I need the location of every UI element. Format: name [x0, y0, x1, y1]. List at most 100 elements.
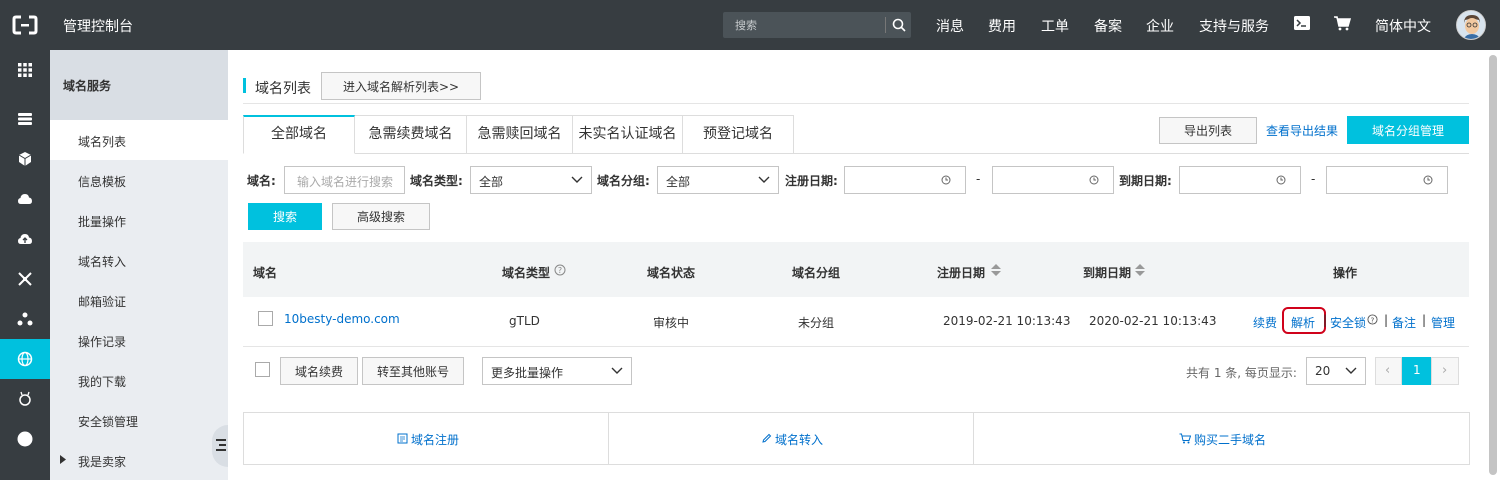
domain-search-input[interactable]: 输入域名进行搜索	[284, 166, 405, 194]
security-lock-action[interactable]: 安全锁	[1330, 314, 1366, 331]
group-manage-button[interactable]: 域名分组管理	[1347, 116, 1469, 144]
search-icon[interactable]	[891, 17, 907, 33]
rail-share[interactable]	[0, 299, 50, 339]
col-reg-date[interactable]: 注册日期	[937, 264, 985, 281]
col-expire-date[interactable]: 到期日期	[1083, 264, 1131, 281]
transfer-account-button[interactable]: 转至其他账号	[362, 357, 464, 385]
cart-icon[interactable]	[1333, 15, 1351, 31]
clock-icon	[1089, 175, 1099, 185]
aliyun-logo-icon[interactable]	[12, 14, 38, 36]
sidebar-item-email-verify[interactable]: 邮箱验证	[50, 280, 228, 320]
terminal-icon[interactable]	[1293, 15, 1311, 31]
note-action[interactable]: 备注	[1392, 314, 1416, 331]
col-status: 域名状态	[647, 266, 696, 280]
help-icon[interactable]: ?	[554, 264, 566, 276]
tab-redeem-urgent[interactable]: 急需赎回域名	[467, 115, 573, 154]
icon-rail	[0, 50, 50, 480]
sidebar-item-seller[interactable]: 我是卖家	[50, 440, 228, 480]
dns-resolve-action[interactable]: 解析	[1291, 314, 1315, 331]
sidebar-item-transfer-in[interactable]: 域名转入	[50, 240, 228, 280]
sidebar-item-downloads[interactable]: 我的下载	[50, 360, 228, 400]
rail-network[interactable]	[0, 259, 50, 299]
search-input[interactable]	[723, 12, 883, 38]
sidebar-header-title: 域名服务	[63, 79, 112, 93]
expire-date-end[interactable]	[1326, 166, 1448, 194]
rail-domain[interactable]	[0, 339, 50, 379]
prev-arrow: ‹	[1385, 363, 1391, 378]
renew-action[interactable]: 续费	[1253, 314, 1277, 331]
goto-dns-list-button[interactable]: 进入域名解析列表>>	[321, 72, 481, 100]
collapse-icon	[216, 439, 226, 451]
sidebar-item-batch-ops[interactable]: 批量操作	[50, 200, 228, 240]
list-icon	[18, 113, 32, 125]
domain-group-select[interactable]: 全部	[657, 166, 779, 194]
share-icon	[17, 312, 33, 326]
nav-icp[interactable]: 备案	[1094, 16, 1122, 36]
register-domain-link[interactable]: 域名注册	[244, 413, 609, 464]
view-export-results-link[interactable]: 查看导出结果	[1266, 122, 1338, 139]
tab-preregistered[interactable]: 预登记域名	[683, 115, 794, 154]
tab-unverified[interactable]: 未实名认证域名	[573, 115, 683, 154]
rail-snail[interactable]	[0, 379, 50, 419]
sidebar-item-info-template[interactable]: 信息模板	[50, 160, 228, 200]
user-avatar[interactable]	[1456, 10, 1486, 40]
nav-tickets[interactable]: 工单	[1041, 16, 1069, 36]
domain-sidebar: 域名服务 域名列表 信息模板 批量操作 域名转入 邮箱验证 操作记录 我的下载 …	[50, 50, 228, 480]
nav-billing[interactable]: 费用	[988, 16, 1016, 36]
sidebar-item-label: 域名列表	[78, 135, 127, 149]
expire-date-start[interactable]	[1179, 166, 1301, 194]
reg-date-cell: 2019-02-21 10:13:43	[943, 314, 1071, 328]
search-button[interactable]: 搜索	[248, 203, 322, 230]
sort-icon[interactable]	[990, 263, 1002, 277]
select-all-checkbox[interactable]	[255, 362, 270, 377]
rail-products[interactable]	[0, 50, 50, 90]
batch-ops-select[interactable]: 更多批量操作	[482, 357, 632, 385]
nav-messages[interactable]: 消息	[936, 16, 964, 36]
transfer-domain-link[interactable]: 域名转入	[609, 413, 974, 464]
clock-icon	[941, 175, 951, 185]
sidebar-item-label: 操作记录	[78, 335, 127, 349]
tab-all-domains[interactable]: 全部域名	[243, 115, 355, 154]
manage-action[interactable]: 管理	[1431, 314, 1455, 331]
tab-renew-urgent[interactable]: 急需续费域名	[355, 115, 467, 154]
page-size-select[interactable]: 20	[1306, 357, 1366, 385]
chevron-down-icon	[1345, 367, 1357, 374]
sidebar-item-domain-list[interactable]: 域名列表	[50, 120, 228, 160]
rail-more[interactable]	[0, 419, 50, 459]
reg-date-dash: -	[976, 172, 981, 186]
expire-date-cell: 2020-02-21 10:13:43	[1089, 314, 1217, 328]
current-page: 1	[1413, 363, 1421, 377]
nav-support[interactable]: 支持与服务	[1199, 16, 1269, 36]
export-list-button[interactable]: 导出列表	[1159, 117, 1257, 144]
batch-renew-button[interactable]: 域名续费	[280, 357, 358, 385]
domain-link[interactable]: 10besty-demo.com	[284, 312, 400, 326]
reg-date-end[interactable]	[992, 166, 1114, 194]
buy-secondhand-link[interactable]: 购买二手域名	[974, 413, 1469, 464]
sidebar-item-security-lock[interactable]: 安全锁管理	[50, 400, 228, 440]
scrollbar[interactable]	[1489, 55, 1497, 475]
sidebar-item-label: 安全锁管理	[78, 415, 139, 429]
advanced-search-button[interactable]: 高级搜索	[332, 203, 430, 230]
sidebar-item-op-log[interactable]: 操作记录	[50, 320, 228, 360]
reg-date-label: 注册日期:	[785, 174, 838, 188]
cart-icon	[1179, 433, 1191, 444]
reg-date-start[interactable]	[844, 166, 966, 194]
prev-page-button[interactable]: ‹	[1375, 357, 1402, 385]
rail-cloud[interactable]	[0, 179, 50, 219]
nav-enterprise[interactable]: 企业	[1146, 16, 1174, 36]
help-icon[interactable]: ?	[1367, 314, 1378, 325]
language-switch[interactable]: 简体中文	[1375, 16, 1431, 36]
sort-icon[interactable]	[1134, 263, 1146, 277]
rail-cube[interactable]	[0, 139, 50, 179]
console-title[interactable]: 管理控制台	[63, 16, 133, 36]
row-checkbox[interactable]	[258, 311, 273, 326]
global-search	[723, 12, 911, 38]
batch-ops-value: 更多批量操作	[491, 366, 564, 380]
rail-cloud-upload[interactable]	[0, 219, 50, 259]
rail-database[interactable]	[0, 99, 50, 139]
next-page-button[interactable]: ›	[1431, 357, 1459, 385]
sidebar-collapse-toggle[interactable]	[212, 425, 228, 467]
domain-type-select[interactable]: 全部	[470, 166, 592, 194]
title-divider	[243, 103, 1469, 104]
page-1-button[interactable]: 1	[1402, 357, 1431, 385]
